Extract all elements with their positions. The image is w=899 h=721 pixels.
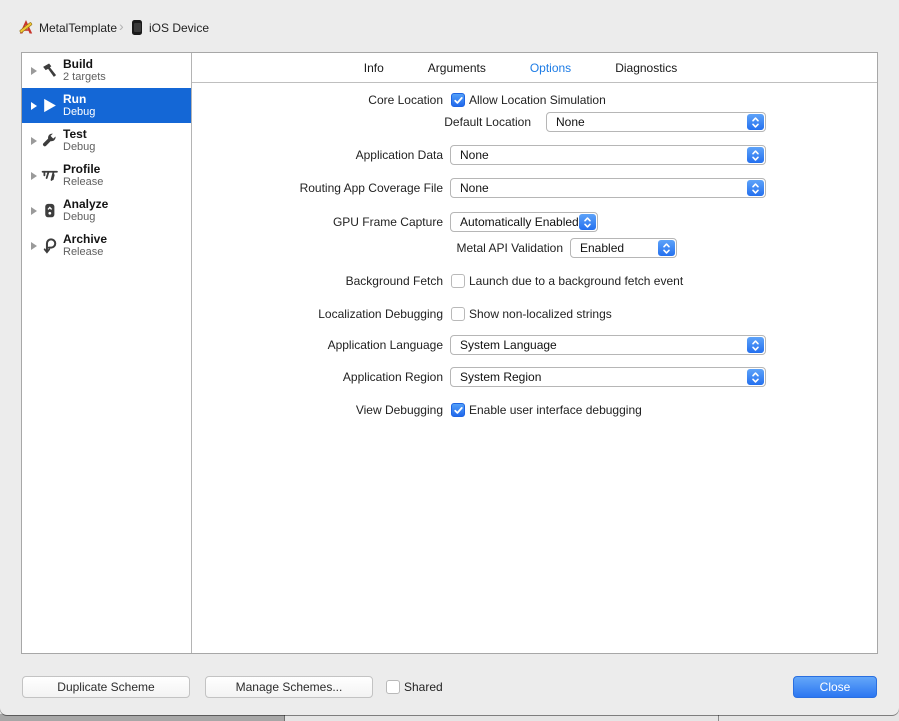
metal-api-validation-select[interactable]: Enabled — [570, 238, 677, 258]
manage-schemes-button[interactable]: Manage Schemes... — [205, 676, 373, 698]
application-region-select[interactable]: System Region — [450, 367, 766, 387]
duplicate-scheme-button[interactable]: Duplicate Scheme — [22, 676, 190, 698]
stepper-icon — [658, 240, 675, 256]
application-data-label: Application Data — [355, 148, 443, 162]
breadcrumb-destination[interactable]: iOS Device — [149, 21, 209, 36]
stepper-icon — [747, 147, 764, 163]
sidebar-item-subtitle: Debug — [63, 211, 96, 223]
background-window-strip-left — [0, 714, 284, 721]
shared-checkbox-label: Shared — [404, 680, 443, 694]
view-debugging-label: View Debugging — [355, 403, 443, 417]
stepper-icon — [747, 369, 764, 385]
tab-diagnostics[interactable]: Diagnostics — [615, 61, 677, 75]
stepper-icon — [579, 214, 596, 230]
wrench-icon — [41, 132, 58, 149]
breadcrumb-scheme[interactable]: MetalTemplate — [39, 21, 117, 36]
disclosure-triangle-icon[interactable] — [31, 207, 37, 215]
background-fetch-label: Background Fetch — [345, 274, 443, 288]
tab-bar-divider — [192, 82, 877, 83]
background-window-strip — [0, 714, 899, 721]
sidebar-item-subtitle: Release — [63, 176, 104, 188]
gpu-frame-capture-label: GPU Frame Capture — [332, 215, 443, 229]
disclosure-triangle-icon[interactable] — [31, 67, 37, 75]
application-language-label: Application Language — [327, 338, 443, 352]
routing-app-coverage-label: Routing App Coverage File — [299, 181, 443, 195]
project-app-icon — [18, 19, 34, 35]
default-location-value: None — [556, 115, 585, 129]
default-location-select[interactable]: None — [546, 112, 766, 132]
metal-api-validation-value: Enabled — [580, 241, 625, 255]
tab-arguments[interactable]: Arguments — [428, 61, 486, 75]
gpu-frame-capture-value: Automatically Enabled — [460, 215, 579, 229]
sidebar-item-title: Archive — [63, 232, 108, 246]
tab-options[interactable]: Options — [530, 61, 571, 75]
analyze-icon — [41, 202, 58, 219]
application-data-value: None — [460, 148, 489, 162]
sidebar-item-title: Build — [63, 57, 93, 71]
application-language-value: System Language — [460, 338, 557, 352]
core-location-label: Core Location — [368, 93, 443, 107]
sidebar-item-analyze[interactable]: Analyze Debug — [22, 193, 191, 228]
close-button[interactable]: Close — [793, 676, 877, 698]
sidebar-item-profile[interactable]: Profile Release — [22, 158, 191, 193]
stepper-icon — [747, 337, 764, 353]
disclosure-triangle-icon[interactable] — [31, 242, 37, 250]
allow-location-simulation-label: Allow Location Simulation — [469, 93, 606, 107]
stepper-icon — [747, 180, 764, 196]
sidebar-item-archive[interactable]: Archive Release — [22, 228, 191, 263]
ios-device-icon — [132, 20, 142, 35]
stepper-icon — [747, 114, 764, 130]
disclosure-triangle-icon[interactable] — [31, 102, 37, 110]
sidebar-item-subtitle: Debug — [63, 106, 96, 118]
sidebar-item-title: Run — [63, 92, 87, 106]
localization-debugging-label: Localization Debugging — [318, 307, 443, 321]
routing-app-coverage-select[interactable]: None — [450, 178, 766, 198]
application-region-value: System Region — [460, 370, 542, 384]
routing-app-coverage-value: None — [460, 181, 489, 195]
caliper-icon — [41, 167, 58, 184]
sidebar-item-subtitle: Debug — [63, 141, 96, 153]
default-location-label: Default Location — [444, 115, 531, 129]
allow-location-simulation-checkbox[interactable] — [451, 93, 465, 107]
shared-checkbox[interactable] — [386, 680, 400, 694]
application-region-label: Application Region — [342, 370, 443, 384]
sidebar-item-build[interactable]: Build 2 targets — [22, 53, 191, 88]
gpu-frame-capture-select[interactable]: Automatically Enabled — [450, 212, 598, 232]
sidebar-item-title: Analyze — [63, 197, 109, 211]
breadcrumb: MetalTemplate › iOS Device — [0, 0, 899, 52]
localization-debugging-checkbox[interactable] — [451, 307, 465, 321]
localization-debugging-checkbox-label: Show non-localized strings — [469, 307, 612, 321]
sidebar-item-title: Profile — [63, 162, 101, 176]
sidebar-item-subtitle: 2 targets — [63, 71, 106, 83]
hammer-icon — [41, 62, 58, 79]
disclosure-triangle-icon[interactable] — [31, 172, 37, 180]
chevron-separator-icon: › — [119, 18, 124, 34]
background-window-divider — [284, 714, 285, 721]
sidebar-item-title: Test — [63, 127, 87, 141]
view-debugging-checkbox[interactable] — [451, 403, 465, 417]
play-icon — [41, 97, 58, 114]
tab-info[interactable]: Info — [364, 61, 384, 75]
view-debugging-checkbox-label: Enable user interface debugging — [469, 403, 642, 417]
background-fetch-checkbox-label: Launch due to a background fetch event — [469, 274, 684, 288]
disclosure-triangle-icon[interactable] — [31, 137, 37, 145]
sidebar-item-test[interactable]: Test Debug — [22, 123, 191, 158]
metal-api-validation-label: Metal API Validation — [456, 241, 563, 255]
background-window-divider — [718, 714, 719, 721]
scheme-editor-sheet: MetalTemplate › iOS Device Build 2 targe… — [0, 0, 899, 715]
archive-icon — [41, 237, 58, 254]
tab-bar: Info Arguments Options Diagnostics — [178, 53, 863, 82]
application-data-select[interactable]: None — [450, 145, 766, 165]
application-language-select[interactable]: System Language — [450, 335, 766, 355]
sidebar-item-subtitle: Release — [63, 246, 104, 258]
background-fetch-checkbox[interactable] — [451, 274, 465, 288]
sidebar-item-run[interactable]: Run Debug — [22, 88, 191, 123]
